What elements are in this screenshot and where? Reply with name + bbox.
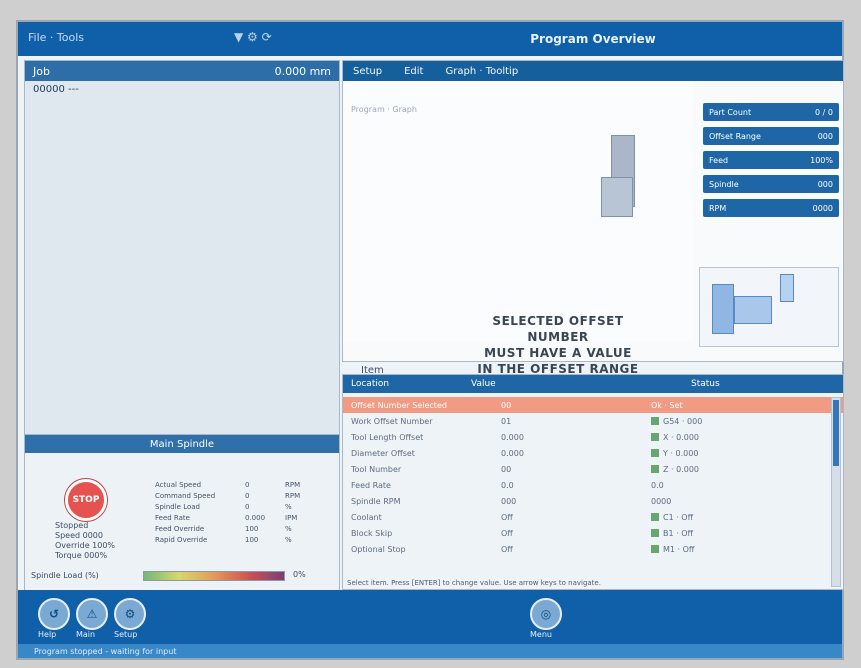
program-thumbnail [699,267,839,347]
warning-line-2: MUST HAVE A VALUE [484,346,632,360]
setup-button[interactable]: ⚙ [114,598,146,630]
table-row[interactable]: Work Offset Number 01 G54 · 000 [343,413,843,429]
check-icon [651,545,659,553]
menu-button[interactable]: ◎ [530,598,562,630]
table-row[interactable]: Feed Rate 0.0 0.0 [343,477,843,493]
metric-row: Feed Override 100% [155,524,292,533]
tab-graph-tooltip[interactable]: Graph · Tooltip [445,66,518,77]
main-spindle-panel: Main Spindle STOP Stopped Speed 0000 Ove… [24,434,340,596]
table-scrollbar[interactable] [831,397,841,587]
stop-button[interactable]: STOP [65,479,107,521]
check-icon [651,513,659,521]
check-icon [651,529,659,537]
spindle-load-value: 0% [293,570,306,579]
metric-row: Actual Speed 0 RPM [155,480,301,489]
spindle-metrics: Actual Speed 0 RPM Command Speed 0 RPM Spind… [155,479,331,545]
metric-row: Command Speed 0 RPM [155,491,301,500]
offset-table-rows: Offset Number Selected 00 Ok · Set Work Of… [343,393,843,557]
spindle-load-label: Spindle Load (%) [31,571,99,580]
bottom-navigation: ↺ ⚠ ⚙ ◎ Help Main Setup Menu Program sto… [18,590,842,658]
thumb-shape [712,284,734,334]
thumb-shape [780,274,794,302]
info-item[interactable]: Offset Range 000 [703,127,839,145]
left-panel-header: Job 0.000 mm [25,61,339,81]
canvas-corner-label: Program · Graph [351,105,417,114]
check-icon [651,433,659,441]
status-strip: Program stopped - waiting for input [18,644,842,658]
offset-table-header: Location Value Status [343,375,843,393]
offset-warning: SELECTED OFFSET NUMBER MUST HAVE A VALUE… [463,313,653,377]
header-status: Status [691,379,720,389]
help-label: Help [38,630,57,639]
left-sub-label: 00000 --- [33,84,79,95]
table-row[interactable]: Tool Length Offset 0.000 X · 0.000 [343,429,843,445]
check-icon [651,449,659,457]
left-panel: Job 0.000 mm 00000 --- [24,60,340,447]
tab-edit[interactable]: Edit [404,66,423,77]
spindle-left-text: Stopped Speed 0000 Override 100% Torque … [55,521,116,560]
setup-label: Setup [114,630,138,639]
table-row[interactable]: Optional Stop Off M1 · Off [343,541,843,557]
program-overview-panel: Setup Edit Graph · Tooltip Program · Gra… [342,60,844,376]
table-footer-text: Select item. Press [ENTER] to change val… [347,579,601,587]
machine-screen: File · Tools ▼ ⚙ ⟳ Program Overview Job … [16,20,844,660]
table-row[interactable]: Spindle RPM 000 0000 [343,493,843,509]
menu-label: Menu [530,630,552,639]
topbar-left-label: File · Tools [28,31,84,44]
program-tabs: Setup Edit Graph · Tooltip [343,61,843,81]
top-bar: File · Tools ▼ ⚙ ⟳ Program Overview [18,22,842,56]
check-icon [651,465,659,473]
spindle-title: Main Spindle [25,435,339,453]
header-location: Location [351,379,390,389]
table-row[interactable]: Block Skip Off B1 · Off [343,525,843,541]
program-info-list: Part Count 0 / 0 Offset Range 000 Feed 100%… [703,103,839,217]
offset-table: Location Value Status Offset Number Sele… [342,374,844,590]
program-shape-base [601,177,633,217]
help-button[interactable]: ↺ [38,598,70,630]
check-icon [651,417,659,425]
program-title: Program Overview [530,32,656,46]
info-item[interactable]: Spindle 000 [703,175,839,193]
left-header-right: 0.000 mm [274,64,331,78]
warning-line-1: SELECTED OFFSET NUMBER [492,314,624,344]
info-item[interactable]: Part Count 0 / 0 [703,103,839,121]
table-row[interactable]: Tool Number 00 Z · 0.000 [343,461,843,477]
table-row[interactable]: Offset Number Selected 00 Ok · Set [343,397,843,413]
table-row[interactable]: Diameter Offset 0.000 Y · 0.000 [343,445,843,461]
main-button[interactable]: ⚠ [76,598,108,630]
info-item[interactable]: RPM 0000 [703,199,839,217]
program-canvas: Program · Graph SELECTED OFFSET NUMBER M… [343,81,693,376]
thumb-shape [734,296,772,324]
topbar-icons[interactable]: ▼ ⚙ ⟳ [234,30,272,44]
tab-setup[interactable]: Setup [353,66,382,77]
spindle-load-bar [143,571,285,581]
scroll-thumb[interactable] [833,400,839,466]
table-row[interactable]: Coolant Off C1 · Off [343,509,843,525]
main-label: Main [76,630,96,639]
left-header-left: Job [33,64,50,78]
header-value: Value [471,379,496,389]
metric-row: Spindle Load 0% [155,502,292,511]
metric-row: Rapid Override 100% [155,535,292,544]
metric-row: Feed Rate 0.000 IPM [155,513,298,522]
info-item[interactable]: Feed 100% [703,151,839,169]
